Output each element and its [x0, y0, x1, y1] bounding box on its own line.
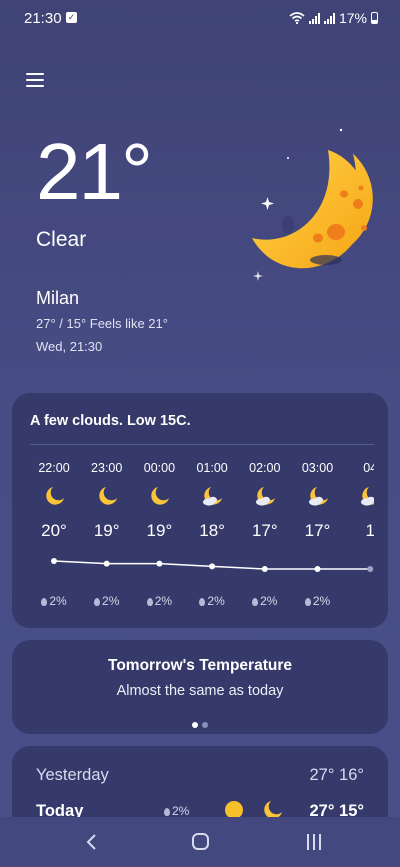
raindrop-icon — [304, 598, 311, 606]
menu-icon[interactable] — [26, 72, 44, 88]
hour-precipitation: 2% — [294, 594, 342, 608]
hour-precipitation: 2% — [241, 594, 289, 608]
forecast-summary: A few clouds. Low 15C. — [30, 413, 191, 429]
divider — [30, 444, 374, 445]
temperature-point — [261, 566, 268, 572]
hour-precipitation: 2% — [30, 594, 78, 608]
yesterday-row: Yesterday 27° 16° — [36, 766, 364, 785]
city-name[interactable]: Milan — [36, 288, 79, 309]
hour-temperature: 19° — [146, 521, 173, 540]
temperature-point — [314, 566, 321, 572]
moon-icon — [98, 487, 117, 505]
back-icon[interactable] — [82, 832, 102, 852]
hour-temperature: 18° — [199, 521, 225, 540]
hour-temperature: 17° — [251, 521, 278, 540]
navigation-bar — [0, 817, 400, 867]
hour-temperature: 20° — [41, 521, 67, 540]
hour-time: 23:00 — [91, 461, 123, 475]
tomorrow-subtitle: Almost the same as today — [116, 683, 284, 699]
raindrop-icon — [94, 598, 101, 606]
status-indicators: 17% — [289, 10, 378, 26]
hour-temperature: 1 — [365, 521, 374, 540]
signal-icon-2 — [323, 12, 335, 24]
raindrop-icon — [41, 598, 48, 606]
temperature-point — [51, 558, 57, 564]
clear-night-moon-icon — [252, 128, 373, 281]
status-bar: 21:30 ✓ 17% — [0, 0, 400, 38]
hour-time: 02:00 — [249, 461, 281, 475]
temperature-point — [367, 566, 374, 572]
home-icon[interactable] — [192, 833, 209, 850]
temperature-graph — [51, 558, 374, 572]
recent-apps-icon[interactable] — [305, 833, 323, 851]
battery-percent: 17% — [338, 10, 367, 26]
yesterday-temps: 27° 16° — [309, 766, 365, 784]
wifi-icon — [289, 12, 305, 24]
tomorrow-temperature-card[interactable]: Tomorrow's Temperature Almost the same a… — [12, 640, 388, 734]
current-temperature: 21° — [36, 127, 153, 216]
hour-temperature: 17° — [304, 521, 331, 540]
battery-icon — [371, 12, 378, 24]
hourly-list[interactable]: 22:00 20° 2% 23:00 19° 2% 00:00 19° 2% 01:00 18° 2%… — [30, 453, 374, 623]
raindrop-icon — [164, 808, 170, 816]
status-time: 21:30 — [24, 10, 62, 27]
notification-icon: ✓ — [66, 12, 77, 23]
hour-temperature: 19° — [93, 521, 120, 540]
hour-time: 01:00 — [196, 461, 228, 475]
hour-time: 04 — [363, 461, 374, 475]
temperature-point — [156, 560, 163, 567]
moon-icon — [151, 487, 170, 505]
temperature-point — [209, 563, 216, 570]
hourly-forecast-card[interactable]: A few clouds. Low 15C. 22:00 20° 2% 23:00 19… — [12, 393, 388, 628]
hour-time: 00:00 — [143, 461, 176, 475]
current-datetime: Wed, 21:30 — [36, 339, 103, 354]
temp-range-feels-like: 27° / 15° Feels like 21° — [36, 316, 168, 331]
hour-precipitation: 2% — [83, 594, 131, 608]
temperature-point — [103, 560, 110, 567]
raindrop-icon — [146, 598, 153, 606]
hour-precipitation: 2% — [135, 594, 183, 608]
current-condition: Clear — [36, 228, 87, 251]
moon-icon — [46, 487, 64, 505]
moon-cloud-icon — [203, 487, 223, 506]
raindrop-icon — [199, 598, 206, 606]
raindrop-icon — [252, 598, 259, 606]
moon-cloud-icon — [255, 487, 275, 506]
today-precip: 2% — [164, 804, 189, 818]
page-indicator — [12, 715, 388, 733]
hour-time: 22:00 — [38, 461, 70, 475]
moon-cloud-icon — [308, 487, 328, 506]
tomorrow-title: Tomorrow's Temperature — [108, 657, 292, 674]
hour-time: 03:00 — [301, 461, 334, 475]
yesterday-label: Yesterday — [36, 766, 109, 784]
hour-precipitation: 2% — [188, 594, 236, 608]
signal-icon — [308, 12, 320, 24]
moon-cloud-icon — [361, 487, 374, 506]
